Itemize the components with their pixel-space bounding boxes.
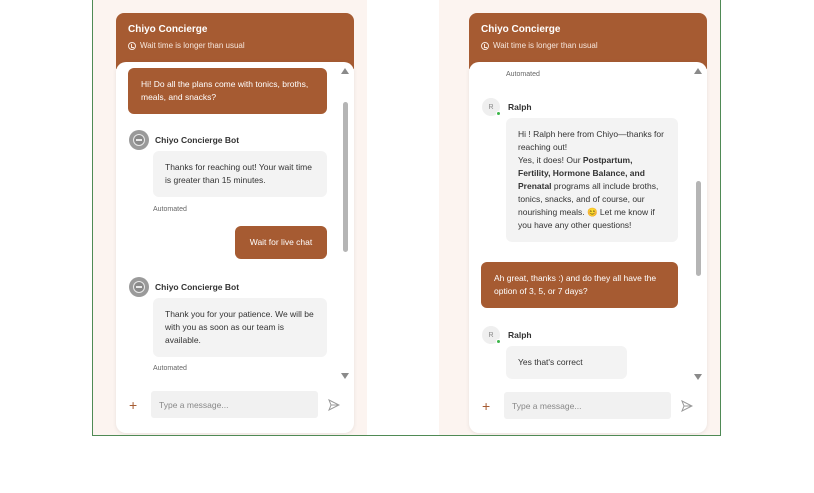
clock-icon — [481, 42, 489, 50]
clock-icon — [128, 42, 136, 50]
message-input[interactable] — [504, 392, 671, 419]
user-message: Hi! Do all the plans come with tonics, b… — [128, 68, 327, 114]
agent-initial: R — [488, 331, 494, 339]
automated-tag: Automated — [153, 365, 187, 372]
agent-name: Ralph — [508, 330, 532, 340]
add-attachment-icon[interactable]: + — [129, 398, 137, 412]
agent-sender: R Ralph — [482, 98, 532, 116]
chat-widget-right: Chiyo Concierge Wait time is longer than… — [469, 13, 707, 433]
chat-panel: Hi! Do all the plans come with tonics, b… — [116, 62, 354, 433]
chat-widget-left: Chiyo Concierge Wait time is longer than… — [116, 13, 354, 433]
bot-sender-name: Chiyo Concierge Bot — [155, 282, 240, 292]
bot-avatar-icon — [129, 277, 149, 297]
scroll-up-arrow-icon[interactable] — [694, 68, 702, 74]
scrollbar-thumb[interactable] — [343, 102, 348, 252]
add-attachment-icon[interactable]: + — [482, 399, 490, 413]
chat-header: Chiyo Concierge Wait time is longer than… — [469, 13, 707, 69]
agent-message: Hi ! Ralph here from Chiyo—thanks for re… — [506, 118, 678, 242]
bot-sender-name: Chiyo Concierge Bot — [155, 135, 240, 145]
agent-message-text: Yes, it does! Our — [518, 155, 583, 165]
divider-gap — [367, 0, 439, 435]
bot-sender: Chiyo Concierge Bot — [129, 130, 239, 150]
agent-initial: R — [488, 103, 494, 111]
agent-message: Yes that's correct — [506, 346, 627, 379]
agent-avatar: R — [482, 326, 501, 344]
bot-message: Thank you for your patience. We will be … — [153, 298, 327, 357]
scrollbar-thumb[interactable] — [696, 181, 701, 276]
chat-header: Chiyo Concierge Wait time is longer than… — [116, 13, 354, 69]
automated-tag: Automated — [153, 206, 187, 213]
chat-title: Chiyo Concierge — [481, 24, 561, 35]
online-status-icon — [496, 111, 501, 116]
bot-sender: Chiyo Concierge Bot — [129, 277, 239, 297]
user-message: Wait for live chat — [235, 226, 327, 259]
chat-title: Chiyo Concierge — [128, 24, 208, 35]
wait-notice: Wait time is longer than usual — [128, 40, 342, 52]
automated-tag: Automated — [506, 71, 540, 78]
bot-message: Thanks for reaching out! Your wait time … — [153, 151, 327, 197]
agent-sender: R Ralph — [482, 326, 532, 344]
send-icon[interactable] — [681, 400, 693, 412]
online-status-icon — [496, 339, 501, 344]
chat-panel: Automated R Ralph Hi ! Ralph here from C… — [469, 62, 707, 433]
wait-notice: Wait time is longer than usual — [481, 40, 695, 52]
scroll-up-arrow-icon[interactable] — [341, 68, 349, 74]
agent-message-greeting: Hi ! Ralph here from Chiyo—thanks for re… — [518, 129, 664, 152]
message-input[interactable] — [151, 391, 318, 418]
screenshot-frame: Chiyo Concierge Wait time is longer than… — [92, 0, 721, 436]
agent-name: Ralph — [508, 102, 532, 112]
agent-avatar: R — [482, 98, 501, 116]
wait-text: Wait time is longer than usual — [140, 41, 245, 50]
scroll-down-arrow-icon[interactable] — [694, 374, 702, 380]
wait-text: Wait time is longer than usual — [493, 41, 598, 50]
scroll-down-arrow-icon[interactable] — [341, 373, 349, 379]
bot-avatar-icon — [129, 130, 149, 150]
send-icon[interactable] — [328, 399, 340, 411]
user-message: Ah great, thanks :) and do they all have… — [481, 262, 678, 308]
